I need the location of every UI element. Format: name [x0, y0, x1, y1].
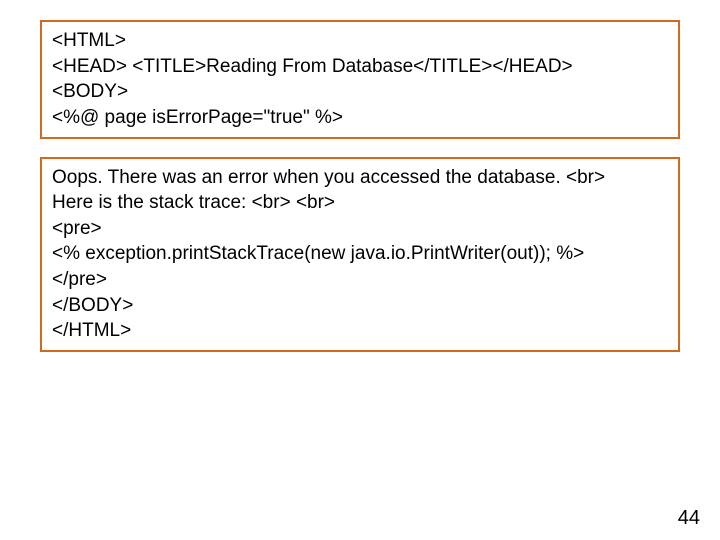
- code-line: </BODY>: [52, 293, 668, 319]
- code-box-bottom: Oops. There was an error when you access…: [40, 157, 680, 352]
- code-line: Oops. There was an error when you access…: [52, 165, 668, 191]
- code-line: Here is the stack trace: <br> <br>: [52, 190, 668, 216]
- code-line: <pre>: [52, 216, 668, 242]
- code-line: </HTML>: [52, 318, 668, 344]
- slide: <HTML> <HEAD> <TITLE>Reading From Databa…: [0, 0, 720, 540]
- page-number: 44: [678, 507, 700, 530]
- code-box-top: <HTML> <HEAD> <TITLE>Reading From Databa…: [40, 20, 680, 139]
- code-line: <%@ page isErrorPage="true" %>: [52, 105, 668, 131]
- code-line: <BODY>: [52, 79, 668, 105]
- code-line: <HTML>: [52, 28, 668, 54]
- code-line: <% exception.printStackTrace(new java.io…: [52, 241, 668, 267]
- code-line: </pre>: [52, 267, 668, 293]
- code-line: <HEAD> <TITLE>Reading From Database</TIT…: [52, 54, 668, 80]
